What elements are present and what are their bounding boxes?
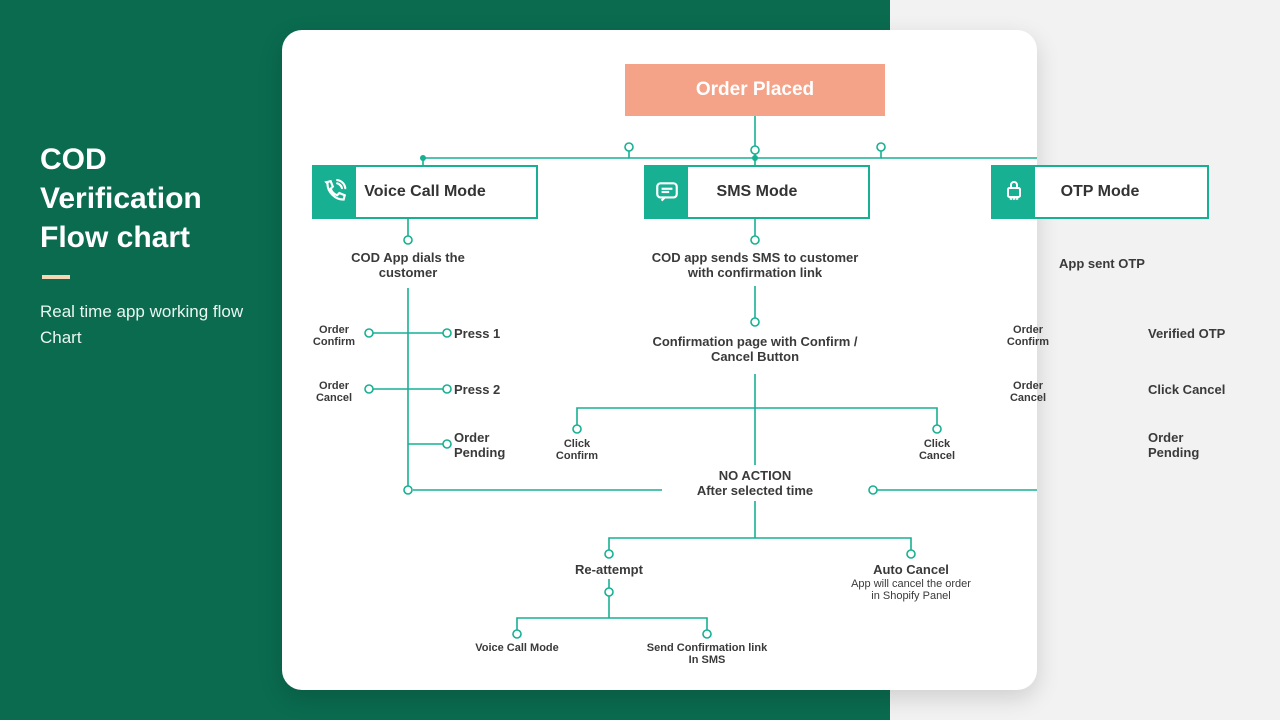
title-line2: Verification <box>40 182 202 215</box>
otp-pending: OrderPending <box>1148 430 1238 460</box>
title-line1: COD <box>40 143 107 176</box>
voice-cancel-right: Press 2 <box>454 382 534 397</box>
page-subtitle: Real time app working flow Chart <box>40 299 260 352</box>
node-order-placed: Order Placed <box>625 64 885 116</box>
voice-confirm-right: Press 1 <box>454 326 534 341</box>
otp-cancel-right: Click Cancel <box>1148 382 1258 397</box>
node-sms-mode: SMS Mode <box>644 165 870 219</box>
page-title: COD Verification Flow chart <box>40 140 260 257</box>
phone-icon <box>314 167 356 217</box>
title-underline <box>42 275 70 279</box>
otp-confirm-right: Verified OTP <box>1148 326 1258 341</box>
otp-desc: App sent OTP <box>1018 256 1186 271</box>
sms-icon <box>646 167 688 217</box>
otp-cancel-left: Order Cancel <box>998 380 1058 404</box>
svg-text:***: *** <box>1009 196 1019 205</box>
sms-page: Confirmation page with Confirm / Cancel … <box>644 334 866 364</box>
sidebar: COD Verification Flow chart Real time ap… <box>40 140 260 352</box>
sms-noaction: NO ACTION After selected time <box>662 468 848 498</box>
voice-pending: OrderPending <box>454 430 544 460</box>
voice-desc: COD App dials the customer <box>322 250 494 280</box>
sms-auto-cancel: Auto Cancel <box>858 562 964 577</box>
node-otp-mode: *** OTP Mode <box>991 165 1209 219</box>
voice-cancel-left: Order Cancel <box>304 380 364 404</box>
reattempt-voice: Voice Call Mode <box>458 642 576 654</box>
node-voice-mode: Voice Call Mode <box>312 165 538 219</box>
title-line3: Flow chart <box>40 221 190 254</box>
sms-reattempt: Re-attempt <box>562 562 656 577</box>
sms-click-cancel: ClickCancel <box>906 438 968 462</box>
voice-confirm-left: Order Confirm <box>304 324 364 348</box>
sms-auto-cancel-desc: App will cancel the order in Shopify Pan… <box>848 578 974 602</box>
otp-confirm-left: Order Confirm <box>998 324 1058 348</box>
flowchart-card: Order Placed Voice Call Mode SMS Mode **… <box>282 30 1037 690</box>
reattempt-sms: Send Confirmation link In SMS <box>642 642 772 666</box>
order-placed-label: Order Placed <box>696 79 814 101</box>
sms-click-confirm: ClickConfirm <box>544 438 610 462</box>
lock-icon: *** <box>993 167 1035 217</box>
sms-desc: COD app sends SMS to customer with confi… <box>644 250 866 280</box>
